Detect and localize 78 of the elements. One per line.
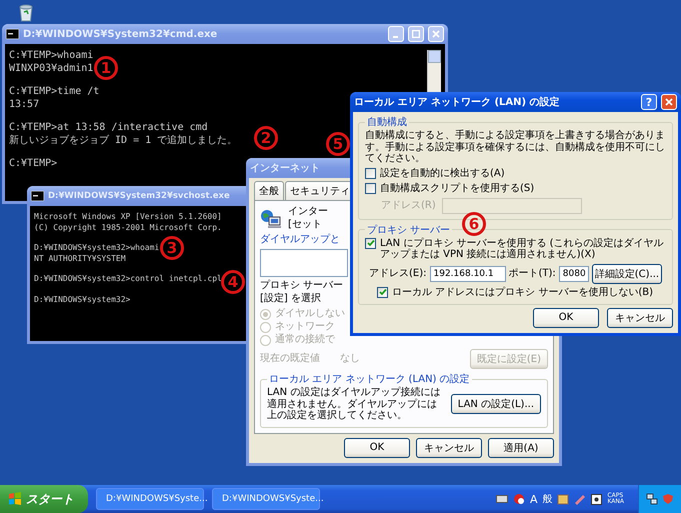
dialog-button[interactable]: キャンセル	[416, 438, 482, 458]
group-title: ローカル エリア ネットワーク (LAN) の設定	[268, 372, 471, 386]
start-button[interactable]: スタート	[0, 485, 88, 513]
checkbox[interactable]	[365, 238, 376, 248]
proxy-note: [設定] を選択	[260, 293, 321, 305]
field-label: アドレス(E):	[369, 268, 426, 280]
console-line: (C) Copyright 1985-2001 Microsoft Corp.	[34, 222, 222, 232]
console-line: C:¥TEMP>at 13:58 /interactive cmd	[9, 122, 208, 134]
group-title: 自動構成	[366, 116, 408, 129]
checkbox[interactable]	[365, 182, 376, 194]
help-button[interactable]: ?	[641, 94, 657, 110]
minimize-button[interactable]	[388, 26, 404, 42]
windows-flag-icon	[8, 492, 22, 506]
checkbox-label: 設定を自動的に検出する(A)	[380, 168, 505, 180]
window-title: D:¥WINDOWS¥System32¥cmd.exe	[23, 28, 218, 40]
window-title: ローカル エリア ネットワーク (LAN) の設定	[354, 95, 560, 109]
console-line: C:¥TEMP>	[9, 158, 58, 170]
step-marker: 4	[221, 270, 245, 294]
console-line: D:¥WINDOWS¥system32>whoami	[34, 243, 160, 253]
console-line: 13:57	[9, 99, 40, 111]
globe-computer-icon	[260, 208, 282, 228]
checkbox-label: 自動構成スクリプトを使用する(S)	[380, 182, 534, 194]
network-icon[interactable]	[646, 493, 658, 505]
step-marker: 6	[462, 212, 486, 236]
console-line: D:¥WINDOWS¥system32>control inetcpl.cpl	[34, 274, 222, 284]
console-line: WINXP03¥admin1	[9, 63, 94, 75]
lan-settings-button[interactable]: LAN の設定(L)...	[450, 394, 541, 414]
dialog-button[interactable]: OK	[344, 438, 410, 458]
radio-label: 通常の接続で	[275, 334, 335, 346]
dialog-button[interactable]: キャンセル	[607, 308, 673, 328]
connection-list[interactable]	[260, 249, 348, 277]
tab[interactable]: 全般	[254, 181, 284, 200]
close-icon	[432, 30, 440, 38]
step-marker: 2	[254, 126, 278, 150]
checkbox[interactable]	[365, 168, 376, 178]
checkbox-label: LAN にプロキシ サーバーを使用する (これらの設定はダイヤルアップまたは VPN 接続には適用されません)(X)	[380, 238, 665, 260]
current-default-value: なし	[340, 353, 360, 365]
lan-note: LAN の設定はダイヤルアップ接続には適用されません。ダイヤルアップには上の設定を選択してください。	[267, 387, 442, 422]
console-line: C:¥TEMP>whoami	[9, 50, 94, 62]
console-icon	[31, 191, 44, 201]
console-line: NT AUTHORITY¥SYSTEM	[34, 254, 126, 264]
dialog-button[interactable]: OK	[533, 308, 599, 328]
field-label: アドレス(R)	[381, 200, 436, 212]
maximize-icon	[412, 30, 420, 38]
auto-config-note: 自動構成にすると、手動による設定事項を上書きする場合があります。手動による設定事項を確保するには、自動構成を使用不可にしてください。	[365, 130, 666, 164]
console-line: Microsoft Windows XP [Version 5.1.2600]	[34, 212, 222, 222]
window-title: D:¥WINDOWS¥System32¥svchost.exe	[48, 191, 230, 201]
dialog-button[interactable]: 適用(A)	[488, 438, 554, 458]
step-marker: 5	[326, 132, 350, 156]
group-title: プロキシ サーバー	[366, 224, 452, 236]
field-label: ポート(T):	[508, 268, 556, 280]
intro-text: インター	[288, 206, 328, 218]
ime-mode-text[interactable]: 般	[542, 492, 552, 506]
console-line: D:¥WINDOWS¥system32>	[34, 294, 130, 305]
radio-label: ダイヤルしない	[275, 308, 345, 320]
console-line: C:¥TEMP>time /t	[9, 86, 100, 98]
group-title: ダイヤルアップと	[260, 234, 340, 246]
window-title: インターネット	[250, 162, 320, 175]
console-icon	[6, 29, 19, 39]
port-field[interactable]: 8080	[558, 266, 589, 282]
keyboard-icon[interactable]	[496, 495, 508, 503]
current-default-label: 現在の既定値	[260, 353, 320, 365]
address-field[interactable]: 192.168.10.1	[430, 266, 506, 282]
close-button[interactable]	[661, 94, 677, 110]
close-icon	[665, 98, 673, 106]
radio-label: ネットワーク	[275, 321, 335, 333]
console-line: 新しいジョブをジョブ ID = 1 で追加しました。	[9, 135, 238, 147]
pencil-icon[interactable]	[574, 493, 586, 505]
checkbox[interactable]	[377, 286, 388, 298]
step-marker: 1	[94, 56, 118, 80]
advanced-button[interactable]: 詳細設定(C)...	[592, 264, 662, 284]
close-button[interactable]	[428, 26, 444, 42]
input-mode-text[interactable]: A	[530, 492, 538, 506]
proxy-note: プロキシ サーバー	[260, 280, 344, 292]
maximize-button[interactable]	[408, 26, 424, 42]
step-marker: 3	[160, 236, 184, 260]
checkbox-label: ローカル アドレスにはプロキシ サーバーを使用しない(B)	[392, 286, 654, 298]
intro-text: [セット	[288, 219, 322, 231]
